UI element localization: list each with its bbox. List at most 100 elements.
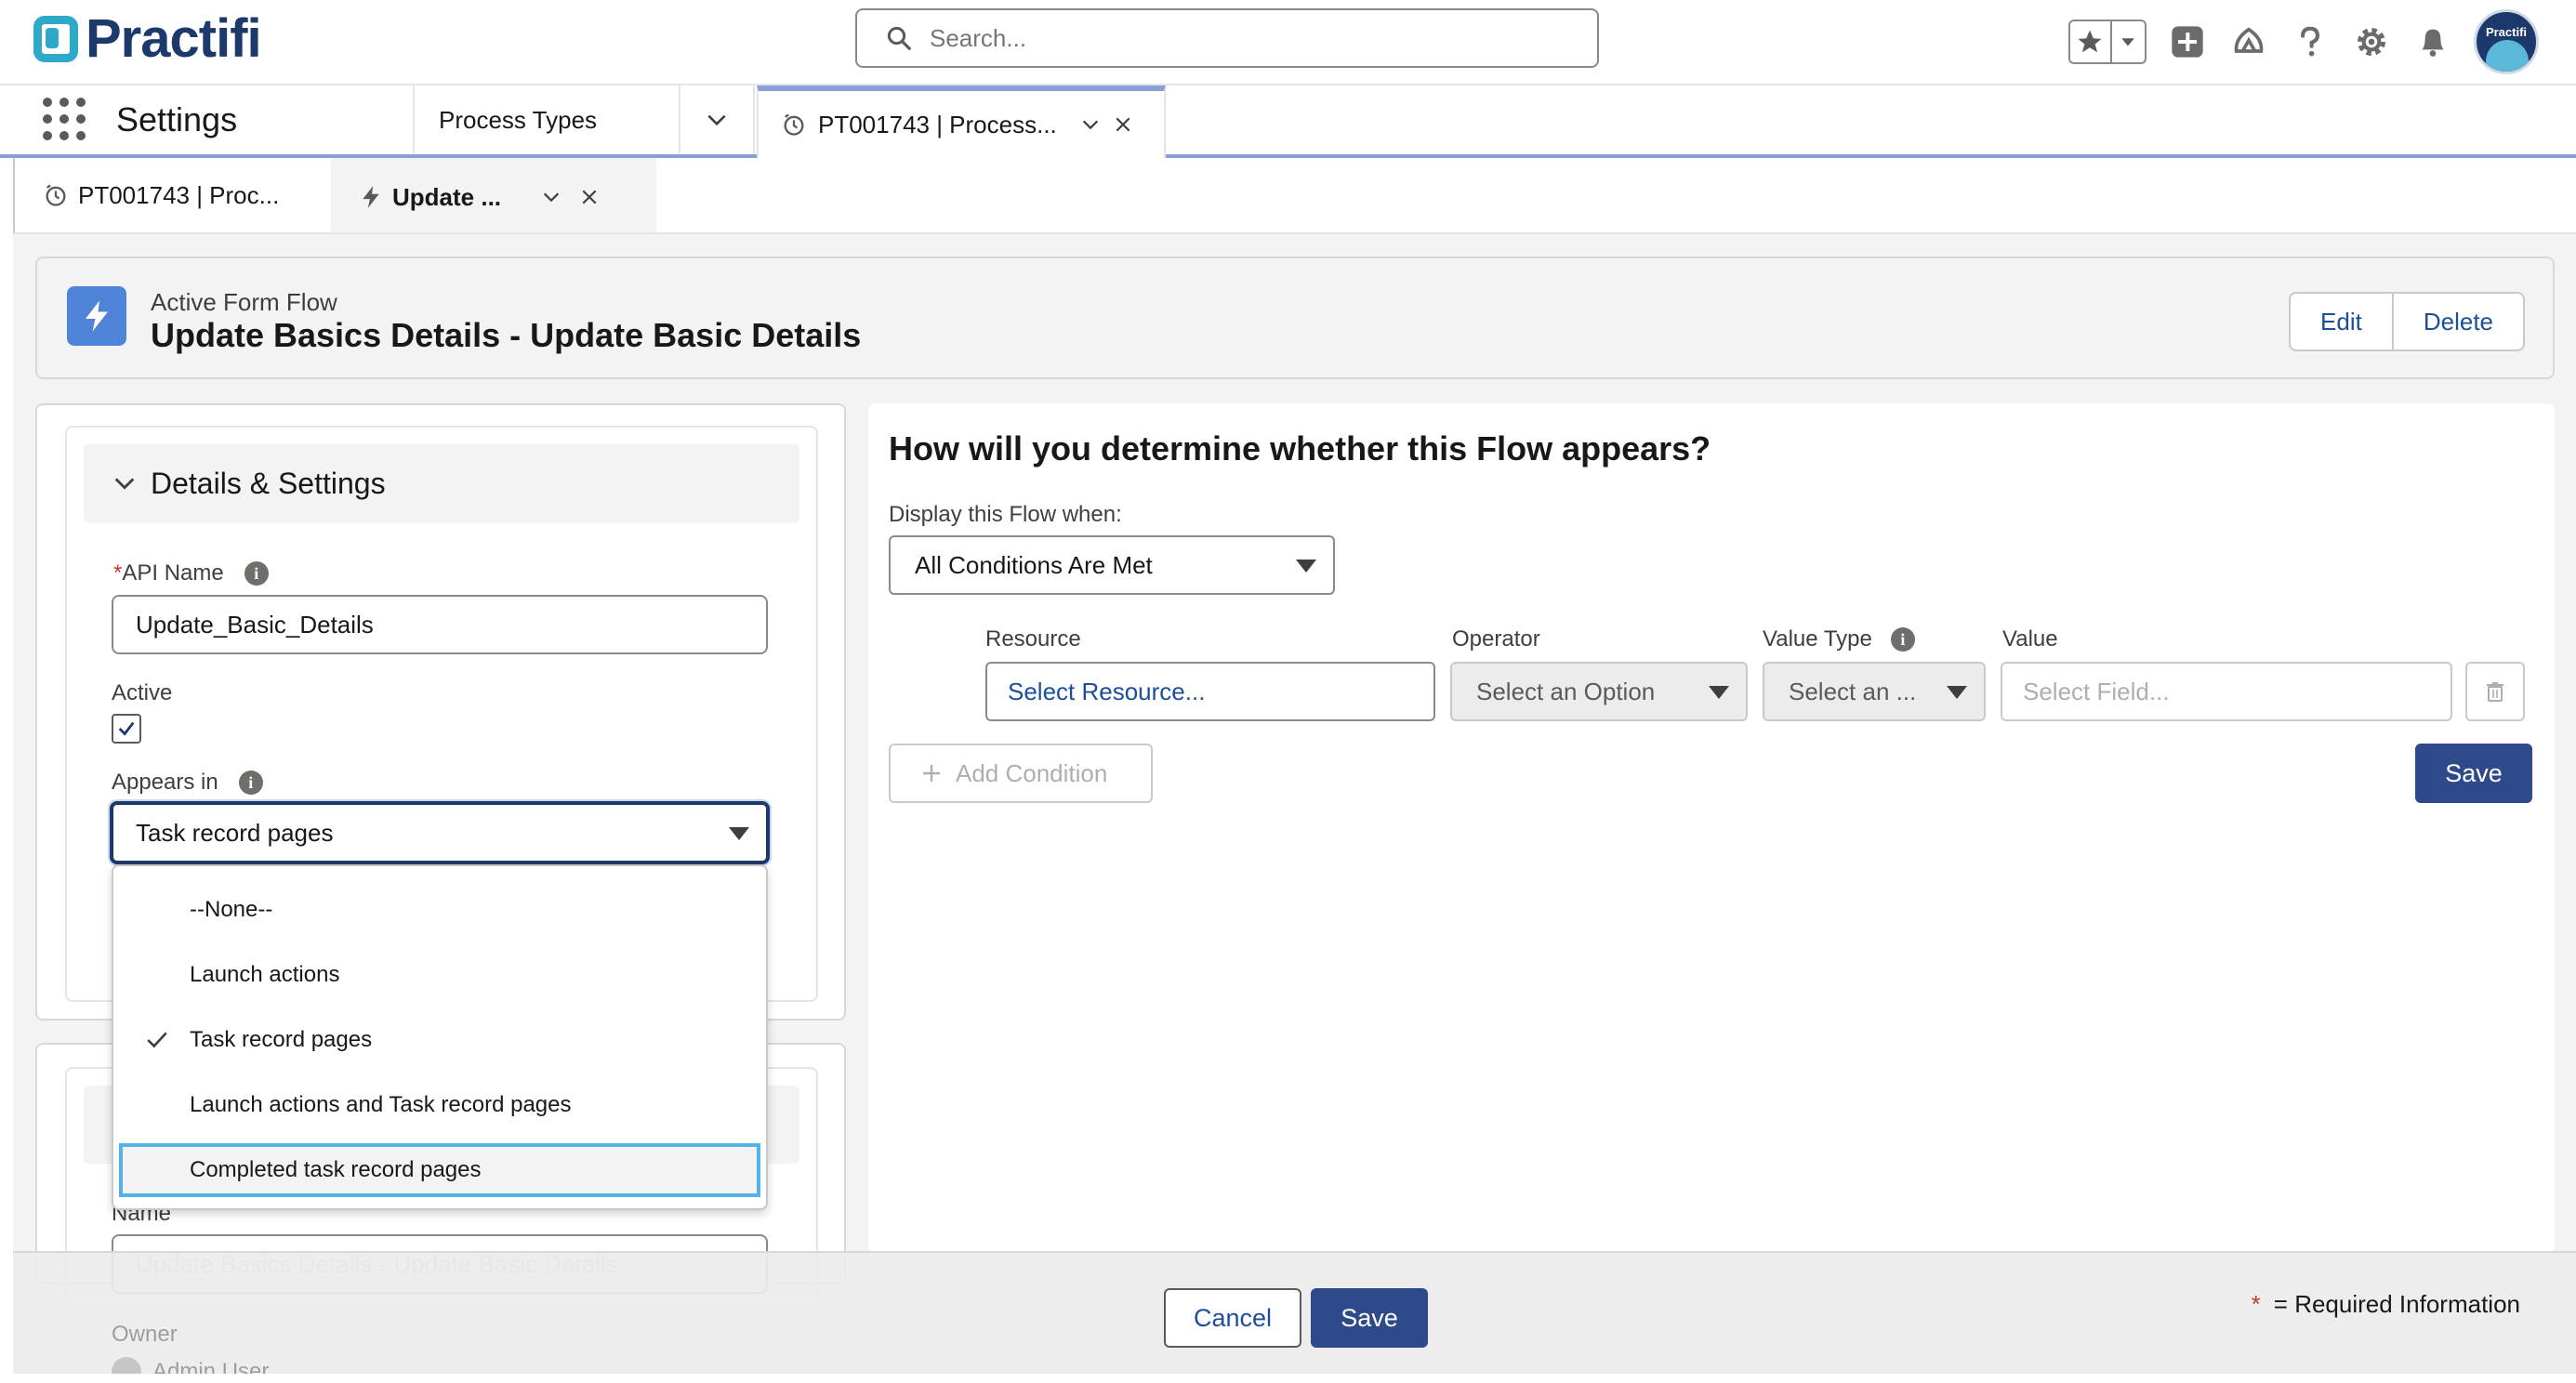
api-name-input[interactable]	[112, 595, 768, 654]
api-name-label-text: API Name	[122, 560, 224, 586]
section-collapse-chevron-icon	[114, 478, 135, 490]
workspace-tab-active[interactable]: PT001743 | Process...	[757, 86, 1166, 158]
appears-in-label-text: Appears in	[112, 770, 218, 795]
notifications-bell-icon[interactable]	[2412, 21, 2453, 62]
window-bottom-edge	[0, 1374, 2576, 1383]
display-when-select[interactable]: All Conditions Are Met	[889, 535, 1335, 595]
checkmark-icon	[118, 721, 135, 736]
conditions-save-button[interactable]: Save	[2415, 744, 2532, 803]
nav-item-process-types[interactable]: Process Types	[413, 86, 680, 154]
details-section-header[interactable]: Details & Settings	[84, 444, 799, 522]
value-type-value: Select an ...	[1789, 677, 1917, 705]
add-condition-button: Add Condition	[889, 744, 1153, 803]
global-search[interactable]	[855, 8, 1599, 68]
flow-bolt-icon	[363, 186, 379, 208]
value-type-label: Value Type i	[1763, 626, 1915, 652]
dropdown-option[interactable]: Launch actions	[113, 942, 766, 1008]
nav-overflow-chevron-icon[interactable]	[680, 86, 755, 154]
logo-icon	[33, 16, 78, 62]
info-icon[interactable]: i	[244, 561, 269, 586]
global-header: Practifi Practifi	[0, 0, 2576, 86]
required-info-text: = Required Information	[2273, 1290, 2520, 1318]
record-type-label: Active Form Flow	[151, 288, 337, 316]
operator-value: Select an Option	[1476, 677, 1656, 705]
practifi-logo[interactable]: Practifi	[33, 11, 262, 67]
trailhead-icon[interactable]	[2228, 21, 2269, 62]
option-label: Launch actions and Task record pages	[190, 1092, 572, 1117]
app-launcher-icon[interactable]	[43, 98, 86, 140]
process-clock-icon	[784, 113, 804, 136]
option-label: Completed task record pages	[190, 1157, 482, 1182]
appears-in-select[interactable]: Task record pages	[110, 801, 770, 864]
nav-item-label: Process Types	[439, 105, 598, 134]
active-label: Active	[112, 680, 173, 705]
dropdown-option-focused[interactable]: Completed task record pages	[119, 1143, 760, 1197]
header-utility-icons: Practifi	[2068, 9, 2539, 74]
delete-condition-button	[2465, 662, 2525, 721]
dropdown-caret-icon	[729, 827, 749, 840]
dropdown-caret-icon	[1947, 686, 1967, 699]
operator-label: Operator	[1452, 626, 1540, 652]
api-name-label: *API Name i	[113, 560, 269, 586]
subtab-update-flow[interactable]: Update ...	[331, 158, 656, 232]
section-title: Details & Settings	[151, 466, 386, 500]
delete-button[interactable]: Delete	[2393, 292, 2525, 351]
required-star: *	[113, 560, 123, 586]
search-icon	[887, 26, 911, 50]
subtab-close-icon[interactable]	[580, 188, 599, 206]
favorites-menu-icon[interactable]	[2112, 21, 2145, 62]
value-type-label-text: Value Type	[1763, 626, 1872, 652]
dropdown-option[interactable]: Launch actions and Task record pages	[113, 1073, 766, 1138]
value-type-select: Select an ...	[1763, 662, 1986, 721]
dropdown-caret-icon	[1296, 560, 1316, 573]
info-icon[interactable]: i	[238, 771, 263, 795]
save-button[interactable]: Save	[1311, 1288, 1428, 1348]
app-navigation-bar: Settings Process Types PT001743 | Proces…	[0, 86, 2576, 158]
active-checkbox[interactable]	[112, 714, 141, 744]
conditions-title: How will you determine whether this Flow…	[889, 429, 1711, 468]
search-input[interactable]	[930, 23, 1562, 53]
appears-in-label: Appears in i	[112, 770, 263, 796]
record-actions: Edit Delete	[2289, 292, 2525, 351]
option-label: --None--	[190, 897, 273, 922]
conditions-panel: How will you determine whether this Flow…	[868, 403, 2555, 1253]
favorites-group	[2068, 20, 2147, 64]
avatar-globe-graphic	[2486, 40, 2529, 72]
subtab-process-type[interactable]: PT001743 | Proc...	[43, 158, 340, 232]
tab-menu-chevron-icon[interactable]	[1080, 114, 1101, 135]
flow-record-icon	[67, 286, 126, 346]
edit-button[interactable]: Edit	[2289, 292, 2394, 351]
setup-gear-icon[interactable]	[2351, 21, 2392, 62]
process-clock-icon	[46, 184, 66, 206]
tab-close-icon[interactable]	[1114, 115, 1132, 134]
display-when-label: Display this Flow when:	[889, 502, 1122, 527]
subtab-label: PT001743 | Proc...	[78, 180, 280, 209]
favorites-star-icon[interactable]	[2070, 21, 2112, 62]
resource-input[interactable]: Select Resource...	[985, 662, 1435, 721]
info-icon[interactable]: i	[1890, 627, 1915, 652]
cancel-button[interactable]: Cancel	[1164, 1288, 1301, 1348]
required-info-note: * = Required Information	[2252, 1290, 2520, 1319]
owner-label: Owner	[112, 1322, 178, 1347]
operator-select: Select an Option	[1450, 662, 1748, 721]
trash-icon	[2487, 682, 2503, 702]
help-icon[interactable]	[2290, 21, 2331, 62]
workspace-tab-label: PT001743 | Process...	[818, 110, 1057, 138]
appears-in-value: Task record pages	[136, 818, 334, 847]
dropdown-option-selected[interactable]: Task record pages	[113, 1008, 766, 1073]
subtab-bar: PT001743 | Proc... Update ...	[13, 158, 2576, 234]
display-when-value: All Conditions Are Met	[915, 550, 1153, 579]
required-star: *	[2251, 1290, 2261, 1318]
user-avatar[interactable]: Practifi	[2474, 9, 2539, 74]
global-add-icon[interactable]	[2167, 21, 2208, 62]
plus-icon	[923, 765, 940, 782]
dropdown-caret-icon	[1709, 686, 1729, 699]
record-title: Update Basics Details - Update Basic Det…	[151, 316, 862, 354]
subtab-label: Update ...	[392, 182, 502, 211]
add-condition-label: Add Condition	[956, 758, 1108, 787]
avatar-text: Practifi	[2485, 25, 2528, 39]
form-footer: Cancel Save * = Required Information	[13, 1251, 2576, 1374]
option-label: Launch actions	[190, 962, 340, 987]
subtab-menu-chevron-icon[interactable]	[541, 187, 561, 207]
dropdown-option[interactable]: --None--	[113, 877, 766, 942]
